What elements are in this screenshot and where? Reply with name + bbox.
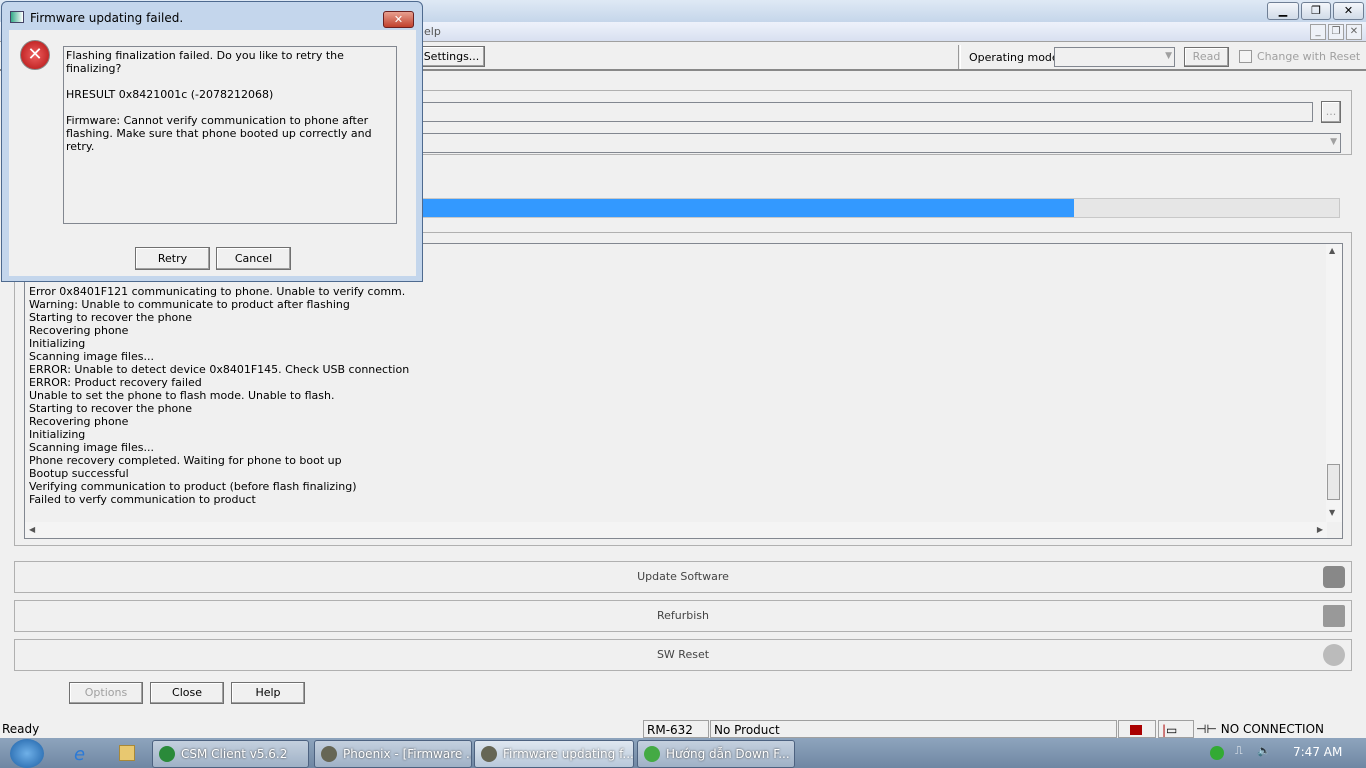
log-line: Starting to recover the phone [29,311,193,324]
menu-help[interactable]: elp [424,25,441,38]
taskbar-item-label: CSM Client v5.6.2 [181,747,288,761]
status-ready: Ready [2,722,40,736]
log-line: Starting to recover the phone [29,402,193,415]
sw-reset-button[interactable]: SW Reset [14,639,1352,671]
operating-mode-label: Operating mode: [969,51,1063,64]
explorer-icon[interactable] [119,745,135,761]
firmware-failed-dialog: Firmware updating failed. ✕ ✕ Flashing f… [1,1,423,282]
scroll-up-arrow[interactable]: ▲ [1329,246,1335,255]
network-icon[interactable]: ⎍ [1235,744,1243,758]
restore-button[interactable]: ❐ [1301,2,1331,20]
scroll-left-arrow[interactable]: ◀ [29,525,35,534]
phoenix-icon [481,746,497,762]
log-line: Unable to set the phone to flash mode. U… [29,389,335,402]
mdi-minimize-button[interactable]: _ [1310,24,1326,40]
app-icon [10,11,24,23]
clock[interactable]: 7:47 AM [1293,745,1342,759]
cancel-button[interactable]: Cancel [216,247,291,270]
factory-icon [1323,605,1345,627]
chevron-down-icon: ▼ [1165,51,1172,61]
help-button[interactable]: Help [231,682,305,704]
log-line: Scanning image files... [29,441,154,454]
options-button[interactable]: Options [69,682,143,704]
browser-icon [644,746,660,762]
log-line: Scanning image files... [29,350,154,363]
taskbar-item-label: Hướng dẫn Down F... [666,747,790,761]
settings-button[interactable]: Settings... [418,46,485,67]
start-button[interactable] [10,739,44,768]
log-line: Error 0x8401F121 communicating to phone.… [29,285,406,298]
csm-icon [159,746,175,762]
status-product-code: RM-632 [643,720,709,738]
dialog-title: Firmware updating failed. [30,11,184,25]
log-line: Verifying communication to product (befo… [29,480,357,493]
change-with-reset-checkbox[interactable] [1239,50,1252,63]
reset-icon [1323,644,1345,666]
log-line: Bootup successful [29,467,129,480]
log-panel: Error 0x8401F121 communicating to phone.… [24,243,1343,539]
dialog-close-button[interactable]: ✕ [383,11,414,28]
mdi-close-button[interactable]: ✕ [1346,24,1362,40]
refurbish-label: Refurbish [656,609,710,622]
operating-mode-select[interactable]: ▼ [1054,47,1175,67]
taskbar-item-csm[interactable]: CSM Client v5.6.2 [152,740,309,768]
log-line: Initializing [29,337,86,350]
phoenix-icon [321,746,337,762]
taskbar-item-phoenix[interactable]: Phoenix - [Firmware ... [314,740,472,768]
volume-icon[interactable]: 🔈 [1257,744,1271,757]
dialog-message: Flashing finalization failed. Do you lik… [63,46,397,224]
change-with-reset-label: Change with Reset [1257,50,1361,63]
connection-label: NO CONNECTION [1220,722,1324,736]
log-line: Recovering phone [29,324,129,337]
close-window-button[interactable]: ✕ [1333,2,1364,20]
status-indicator [1118,720,1156,738]
message-line-1: Flashing finalization failed. Do you lik… [66,49,344,75]
message-line-3: Firmware: Cannot verify communication to… [66,114,372,153]
log-line: Warning: Unable to communicate to produc… [29,298,350,311]
log-line: ERROR: Product recovery failed [29,376,202,389]
usb-mode-icon: ▭ [1166,723,1178,737]
sw-reset-label: SW Reset [656,648,710,661]
status-product: No Product [710,720,1117,738]
vertical-scrollbar[interactable]: ▲ ▼ [1326,244,1342,522]
toolbar-separator [958,45,961,69]
taskbar-item-browser[interactable]: Hướng dẫn Down F... [637,740,795,768]
status-mode-icon: |▭ [1158,720,1194,738]
plug-icon: ⊣⊢ [1196,722,1221,736]
log-line: Recovering phone [29,415,129,428]
internet-explorer-icon[interactable]: e [74,744,85,765]
tray-app-icon[interactable] [1210,746,1224,760]
log-line: Initializing [29,428,86,441]
mdi-restore-button[interactable]: ❐ [1328,24,1344,40]
pause-icon [1130,725,1142,735]
taskbar-item-label: Firmware updating f... [503,747,634,761]
log-line: Failed to verfy communication to product [29,493,256,506]
update-software-button[interactable]: Update Software [14,561,1352,593]
error-icon: ✕ [20,40,50,70]
person-icon [1323,566,1345,588]
message-line-2: HRESULT 0x8421001c (-2078212068) [66,88,274,101]
log-line: Phone recovery completed. Waiting for ph… [29,454,342,467]
close-button[interactable]: Close [150,682,224,704]
taskbar-item-label: Phoenix - [Firmware ... [343,747,472,761]
horizontal-scrollbar[interactable]: ◀ ▶ [25,522,1327,538]
scroll-down-arrow[interactable]: ▼ [1329,508,1335,517]
scrollbar-thumb[interactable] [1327,464,1340,500]
browse-button[interactable]: ... [1321,101,1341,123]
log-line: ERROR: Unable to detect device 0x8401F14… [29,363,410,376]
scroll-right-arrow[interactable]: ▶ [1317,525,1323,534]
status-connection: ⊣⊢ NO CONNECTION [1196,720,1366,738]
taskbar-item-firmware-dialog[interactable]: Firmware updating f... [474,740,634,768]
retry-button[interactable]: Retry [135,247,210,270]
minimize-button[interactable]: ▁ [1267,2,1299,20]
refurbish-button[interactable]: Refurbish [14,600,1352,632]
update-software-label: Update Software [637,570,729,583]
chevron-down-icon: ▼ [1330,137,1337,147]
read-button[interactable]: Read [1184,47,1229,67]
